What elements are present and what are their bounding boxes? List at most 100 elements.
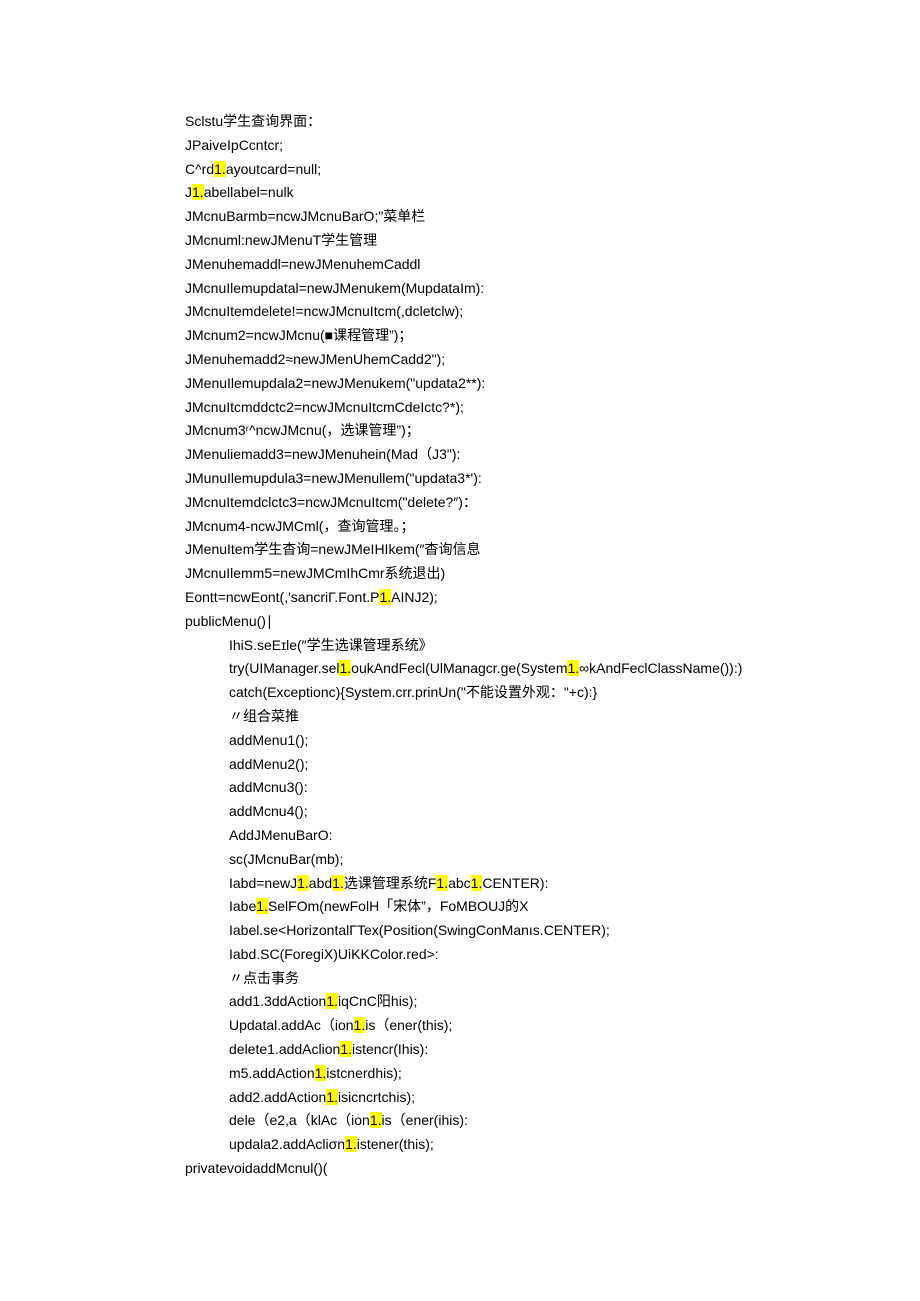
highlighted-text: 1. [340, 1041, 352, 1057]
code-text: istener(this); [357, 1136, 434, 1152]
code-text: JMunuIlemupdula3=newJMenullem("updata3*'… [185, 470, 482, 486]
code-line: publicMenu()∣ [185, 610, 920, 634]
highlighted-text: 1. [315, 1065, 327, 1081]
code-line: JMcnum2=ncwJMcnu(■课程管理”)； [185, 324, 920, 348]
highlighted-text: 1. [326, 1089, 338, 1105]
code-text: J [185, 184, 192, 200]
code-line: dele（e2,a（klAc（ion1.is（ener(ihis): [185, 1109, 920, 1133]
highlighted-text: 1. [345, 1136, 357, 1152]
highlighted-text: 1. [326, 993, 338, 1009]
code-text: catch(Exceptionc){System.crr.prinUn("不能设… [229, 684, 597, 700]
code-line: JMenuliemadd3=newJMenuhein(Mad（J3"): [185, 443, 920, 467]
document-page: Sclstu学生查询界面： JPaiveIpCcntcr; C^rd1.ayoutc… [0, 0, 920, 1301]
code-text: isicncrtchis); [338, 1089, 415, 1105]
code-text: CENTER): [482, 875, 548, 891]
code-line: JMenuhemadd2≈newJMenUhemCadd2"); [185, 348, 920, 372]
code-text: m5.addAction [229, 1065, 315, 1081]
code-text: delete1.addAclion [229, 1041, 340, 1057]
code-line: m5.addAction1.istcnerdhis); [185, 1062, 920, 1086]
code-text: Sclstu学生查询界面： [185, 113, 321, 129]
code-line: Sclstu学生查询界面： [185, 110, 920, 134]
code-text: SelFOm(newFolH「宋体”，FoMBOUJ的X [268, 898, 529, 914]
code-line: 〃点击事务 [185, 967, 920, 991]
code-line: JMcnuBarmb=ncwJMcnuBarO;"菜单栏 [185, 205, 920, 229]
code-line: JMunuIlemupdula3=newJMenullem("updata3*'… [185, 467, 920, 491]
highlighted-text: 1. [332, 875, 344, 891]
highlighted-text: 1. [354, 1017, 366, 1033]
code-line: addMenu1(); [185, 729, 920, 753]
code-text: publicMenu()∣ [185, 613, 273, 629]
code-line: add2.addAction1.isicncrtchis); [185, 1086, 920, 1110]
code-text: JMcnuIlemm5=newJMCmIhCmr系统退出) [185, 565, 445, 581]
code-line: Iabd=newJ1.abd1.选课管理系统F1.abc1.CENTER): [185, 872, 920, 896]
code-text: 〃点击事务 [229, 970, 299, 986]
highlighted-text: 1. [192, 184, 204, 200]
code-line: sc(JMcnuBar(mb); [185, 848, 920, 872]
code-line: JPaiveIpCcntcr; [185, 134, 920, 158]
highlighted-text: 1. [379, 589, 391, 605]
code-text: addMcnu4(); [229, 803, 308, 819]
code-text: iqCnC阳his); [338, 993, 417, 1009]
highlighted-text: 1. [370, 1112, 382, 1128]
code-line: addMcnu4(); [185, 800, 920, 824]
code-text: is（ener(ihis): [382, 1112, 468, 1128]
code-text: addMcnu3(): [229, 779, 308, 795]
code-text: JMenuItem学生杳询=newJMeIHIkem(″杳询信息 [185, 541, 481, 557]
highlighted-text: 1. [297, 875, 309, 891]
code-line: JMcnuItcmddctc2=ncwJMcnuItcmCdeIctc?*); [185, 396, 920, 420]
code-line: Updatal.addAc（ion1.is（ener(this); [185, 1014, 920, 1038]
code-text: is（ener(this); [365, 1017, 452, 1033]
code-text: JMenuIlemupdala2=newJMenukem("updata2**)… [185, 375, 485, 391]
code-line: JMcnuItemdclctc3=ncwJMcnuItcm("delete?″)… [185, 491, 920, 515]
code-line: C^rd1.ayoutcard=null; [185, 158, 920, 182]
code-text: Eontt=ncwEont(,'sancriΓ.Font.P [185, 589, 379, 605]
code-line: JMcnum3ʳ^ncwJMcnu(，选课管理”)； [185, 419, 920, 443]
code-text: addMenu2(); [229, 756, 308, 772]
code-text: JMcnuItemdclctc3=ncwJMcnuItcm("delete?″)… [185, 494, 477, 510]
code-line: add1.3ddAction1.iqCnC阳his); [185, 990, 920, 1014]
code-line: JMenuhemaddl=newJMenuhemCaddl [185, 253, 920, 277]
code-text: add1.3ddAction [229, 993, 326, 1009]
highlighted-text: 1. [256, 898, 268, 914]
code-text: JMcnuBarmb=ncwJMcnuBarO;"菜单栏 [185, 208, 425, 224]
code-line: Eontt=ncwEont(,'sancriΓ.Font.P1.AINJ2); [185, 586, 920, 610]
code-line: addMcnu3(): [185, 776, 920, 800]
code-line: AddJMenuBarO: [185, 824, 920, 848]
code-text: ∞kAndFeclClassName()):) [579, 660, 742, 676]
code-text: try(UIManager.sel [229, 660, 339, 676]
code-line: JMenuIlemupdala2=newJMenukem("updata2**)… [185, 372, 920, 396]
code-text: addMenu1(); [229, 732, 308, 748]
code-line: Iabd.SC(ForegiX)UiKKColor.red>: [185, 943, 920, 967]
code-text: 〃组合菜推 [229, 708, 299, 724]
highlighted-text: 1. [339, 660, 351, 676]
code-text: JPaiveIpCcntcr; [185, 137, 283, 153]
code-text: JMcnuIlemupdatal=newJMenukem(MupdataIm): [185, 280, 484, 296]
code-text: JMenuliemadd3=newJMenuhein(Mad（J3"): [185, 446, 460, 462]
highlighted-text: 1. [471, 875, 483, 891]
code-text: abc [448, 875, 471, 891]
code-text: dele（e2,a（klAc（ion [229, 1112, 370, 1128]
code-text: abellabel=nulk [204, 184, 294, 200]
code-line: try(UIManager.sel1.oukAndFecl(UlManagcr.… [185, 657, 920, 681]
code-line: catch(Exceptionc){System.crr.prinUn("不能设… [185, 681, 920, 705]
code-text: AINJ2); [391, 589, 438, 605]
code-line: JMcnuItemdelete!=ncwJMcnuItcm(,dcletclw)… [185, 300, 920, 324]
code-text: Iabel.se<HorizontalΓTex(Position(SwingCo… [229, 922, 610, 938]
code-line: privatevoidaddMcnul()( [185, 1157, 920, 1181]
code-line: IhiS.seEɪle(″学生选课管理系统》 [185, 634, 920, 658]
code-text: JMcnum3ʳ^ncwJMcnu(，选课管理”)； [185, 422, 420, 438]
code-text: 选课管理系统F [344, 875, 437, 891]
code-text: JMenuhemadd2≈newJMenUhemCadd2"); [185, 351, 445, 367]
code-text: C^rd [185, 161, 214, 177]
code-text: privatevoidaddMcnul()( [185, 1160, 327, 1176]
code-text: istencr(Ihis): [352, 1041, 428, 1057]
code-text: JMcnuItemdelete!=ncwJMcnuItcm(,dcletclw)… [185, 303, 463, 319]
code-text: Iabe [229, 898, 256, 914]
highlighted-text: 1. [436, 875, 448, 891]
code-text: oukAndFecl(UlManagcr.ge(System [351, 660, 567, 676]
code-line: J1.abellabel=nulk [185, 181, 920, 205]
code-text: updala2.addAcliσn [229, 1136, 345, 1152]
code-text: JMcnuItcmddctc2=ncwJMcnuItcmCdeIctc?*); [185, 399, 464, 415]
code-line: 〃组合菜推 [185, 705, 920, 729]
highlighted-text: 1. [214, 161, 226, 177]
